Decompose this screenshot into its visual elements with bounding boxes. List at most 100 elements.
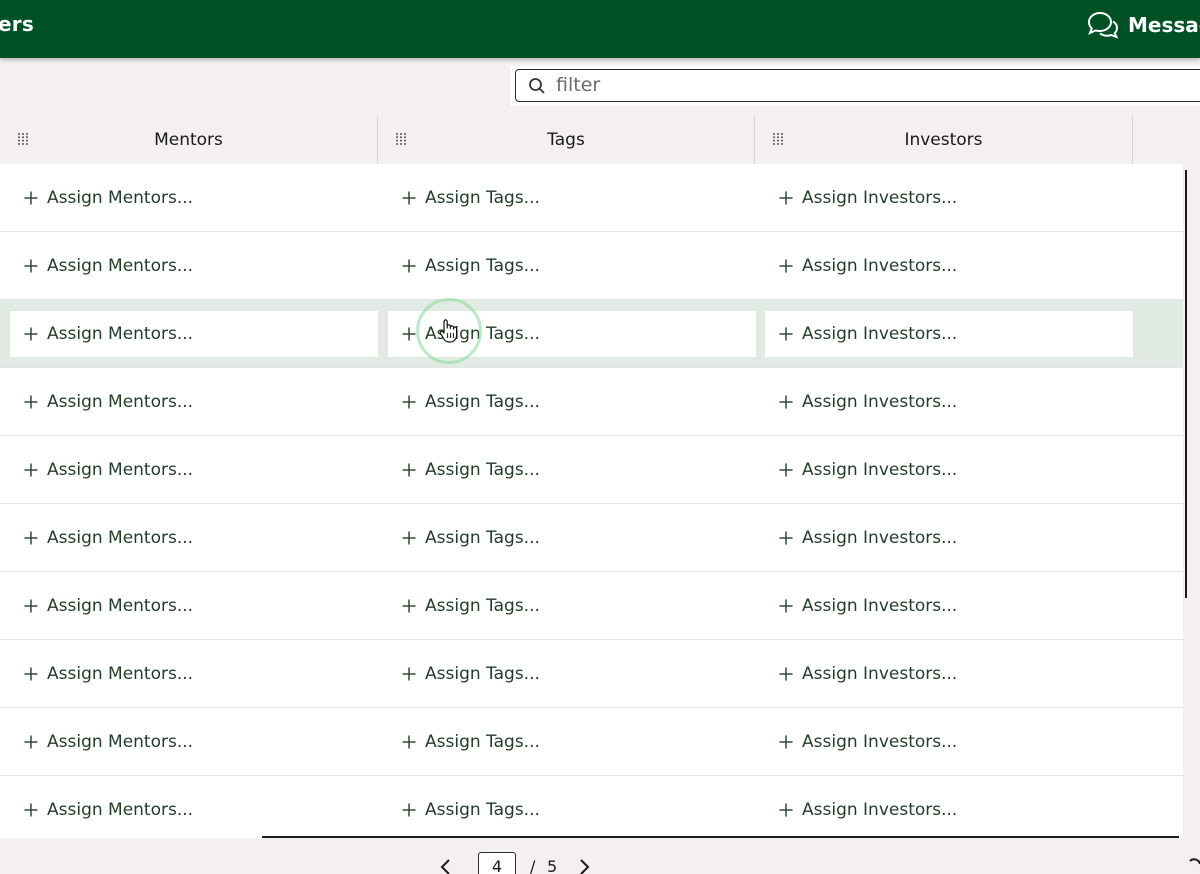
assign-tags-button[interactable]: Assign Tags... <box>388 651 756 697</box>
assign-mentors-button[interactable]: Assign Mentors... <box>10 447 378 493</box>
table-body[interactable]: Assign Mentors... Assign Tags... Assign In… <box>0 164 1183 838</box>
assign-label: Assign Mentors... <box>47 596 194 616</box>
messages-button[interactable]: Messag <box>1086 10 1200 40</box>
assign-tags-button[interactable]: Assign Tags... <box>388 175 756 221</box>
plus-icon <box>779 395 793 409</box>
column-header-label: Mentors <box>154 130 223 150</box>
page-number-input[interactable]: 4 <box>478 852 516 874</box>
assign-label: Assign Mentors... <box>47 256 194 276</box>
filter-box[interactable] <box>515 69 1200 102</box>
plus-icon <box>402 463 416 477</box>
assign-label: Assign Tags... <box>425 256 540 276</box>
plus-icon <box>779 803 793 817</box>
assign-investors-button[interactable]: Assign Investors... <box>765 651 1133 697</box>
assign-tags-button[interactable]: Assign Tags... <box>388 583 756 629</box>
table-row[interactable]: Assign Mentors... Assign Tags... Assign In… <box>0 504 1183 572</box>
plus-icon <box>779 327 793 341</box>
plus-icon <box>779 191 793 205</box>
chevron-right-icon[interactable] <box>575 858 593 874</box>
plus-icon <box>402 667 416 681</box>
table-row[interactable]: Assign Mentors... Assign Tags... Assign In… <box>0 776 1183 838</box>
pagination: 4 / 5 <box>0 842 1200 874</box>
assign-investors-button[interactable]: Assign Investors... <box>765 175 1133 221</box>
assign-mentors-button[interactable]: Assign Mentors... <box>10 583 378 629</box>
column-header-label: Investors <box>904 130 983 150</box>
plus-icon <box>24 531 38 545</box>
column-header-tags[interactable]: Tags <box>378 116 755 164</box>
assign-label: Assign Tags... <box>425 392 540 412</box>
assign-label: Assign Mentors... <box>47 188 194 208</box>
assign-investors-button[interactable]: Assign Investors... <box>765 583 1133 629</box>
plus-icon <box>779 531 793 545</box>
plus-icon <box>24 735 38 749</box>
assign-label: Assign Tags... <box>425 528 540 548</box>
table-row[interactable]: Assign Mentors... Assign Tags... Assign In… <box>0 164 1183 232</box>
plus-icon <box>779 735 793 749</box>
table-row[interactable]: Assign Mentors... Assign Tags... Assign In… <box>0 640 1183 708</box>
assign-label: Assign Investors... <box>802 528 958 548</box>
assign-investors-button[interactable]: Assign Investors... <box>765 447 1133 493</box>
assign-label: Assign Investors... <box>802 188 958 208</box>
assign-investors-button[interactable]: Assign Investors... <box>765 787 1133 833</box>
plus-icon <box>402 599 416 613</box>
column-header-mentors[interactable]: Mentors <box>0 116 378 164</box>
table-row[interactable]: Assign Mentors... Assign Tags... Assign In… <box>0 232 1183 300</box>
plus-icon <box>24 327 38 341</box>
vertical-scrollbar[interactable] <box>1185 170 1187 598</box>
assign-mentors-button[interactable]: Assign Mentors... <box>10 311 378 357</box>
table-row[interactable]: Assign Mentors... Assign Tags... Assign In… <box>0 300 1183 368</box>
assign-label: Assign Mentors... <box>47 732 194 752</box>
column-header-investors[interactable]: Investors <box>755 116 1133 164</box>
plus-icon <box>779 599 793 613</box>
assign-label: Assign Investors... <box>802 324 958 344</box>
table-row[interactable]: Assign Mentors... Assign Tags... Assign In… <box>0 436 1183 504</box>
assign-label: Assign Mentors... <box>47 460 194 480</box>
filter-input[interactable] <box>556 72 1156 98</box>
assign-tags-button[interactable]: Assign Tags... <box>388 515 756 561</box>
assign-label: Assign Investors... <box>802 800 958 820</box>
assign-tags-button[interactable]: Assign Tags... <box>388 311 756 357</box>
assign-mentors-button[interactable]: Assign Mentors... <box>10 515 378 561</box>
chevron-left-icon[interactable] <box>437 858 455 874</box>
assign-tags-button[interactable]: Assign Tags... <box>388 787 756 833</box>
assign-label: Assign Investors... <box>802 460 958 480</box>
assign-mentors-button[interactable]: Assign Mentors... <box>10 175 378 221</box>
assign-label: Assign Tags... <box>425 460 540 480</box>
assign-investors-button[interactable]: Assign Investors... <box>765 243 1133 289</box>
assign-investors-button[interactable]: Assign Investors... <box>765 515 1133 561</box>
assign-tags-button[interactable]: Assign Tags... <box>388 719 756 765</box>
assign-investors-button[interactable]: Assign Investors... <box>765 719 1133 765</box>
assign-mentors-button[interactable]: Assign Mentors... <box>10 243 378 289</box>
assign-label: Assign Tags... <box>425 324 540 344</box>
assign-investors-button[interactable]: Assign Investors... <box>765 379 1133 425</box>
horizontal-scrollbar[interactable] <box>262 836 1179 838</box>
column-header-label: Tags <box>547 130 585 150</box>
table-row[interactable]: Assign Mentors... Assign Tags... Assign In… <box>0 708 1183 776</box>
assign-label: Assign Investors... <box>802 664 958 684</box>
assign-label: Assign Investors... <box>802 596 958 616</box>
plus-icon <box>24 259 38 273</box>
assign-tags-button[interactable]: Assign Tags... <box>388 243 756 289</box>
plus-icon <box>402 803 416 817</box>
assign-mentors-button[interactable]: Assign Mentors... <box>10 379 378 425</box>
assign-label: Assign Mentors... <box>47 528 194 548</box>
assign-investors-button[interactable]: Assign Investors... <box>765 311 1133 357</box>
assign-mentors-button[interactable]: Assign Mentors... <box>10 719 378 765</box>
plus-icon <box>402 395 416 409</box>
assign-label: Assign Mentors... <box>47 392 194 412</box>
assign-label: Assign Investors... <box>802 392 958 412</box>
assign-mentors-button[interactable]: Assign Mentors... <box>10 787 378 833</box>
filter-container <box>510 66 1200 106</box>
table-row[interactable]: Assign Mentors... Assign Tags... Assign In… <box>0 572 1183 640</box>
plus-icon <box>779 259 793 273</box>
assign-label: Assign Tags... <box>425 188 540 208</box>
table-row[interactable]: Assign Mentors... Assign Tags... Assign In… <box>0 368 1183 436</box>
plus-icon <box>402 735 416 749</box>
assign-label: Assign Mentors... <box>47 664 194 684</box>
assign-tags-button[interactable]: Assign Tags... <box>388 379 756 425</box>
assign-label: Assign Tags... <box>425 800 540 820</box>
assign-label: Assign Tags... <box>425 596 540 616</box>
assign-tags-button[interactable]: Assign Tags... <box>388 447 756 493</box>
refresh-icon[interactable] <box>1188 856 1200 874</box>
assign-mentors-button[interactable]: Assign Mentors... <box>10 651 378 697</box>
